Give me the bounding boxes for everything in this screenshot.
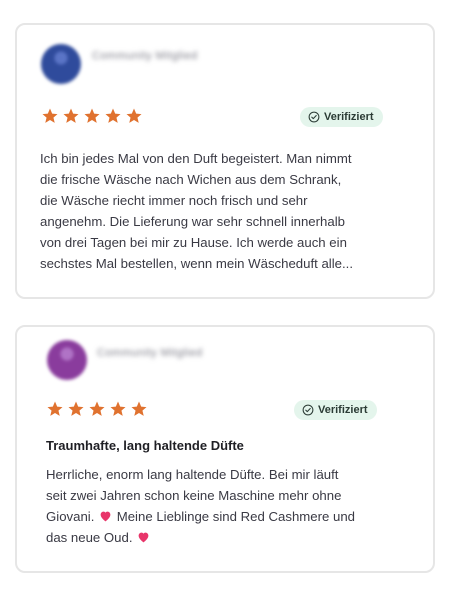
review-card: Community Mitglied Verifiziert Ich bin j…	[15, 23, 435, 299]
star-icon	[105, 108, 121, 123]
review-text-line: Ich bin jedes Mal von den Duft begeister…	[40, 151, 352, 166]
star-icon	[110, 401, 126, 416]
review-text-line: die Wäsche riecht immer noch frisch und …	[40, 193, 308, 208]
review-text-line: angenehm. Die Lieferung war sehr schnell…	[40, 214, 345, 229]
star-icon	[68, 401, 84, 416]
review-text-line: das neue Oud.	[46, 527, 396, 548]
star-rating	[41, 107, 143, 125]
review-card: Community Mitglied Verifiziert Traumhaft…	[15, 325, 435, 573]
verified-label: Verifiziert	[324, 111, 374, 123]
reviewer-name-blurred: Community Mitglied	[92, 50, 198, 62]
review-text: Ich bin jedes Mal von den Duft begeister…	[40, 148, 402, 274]
star-icon	[63, 108, 79, 123]
avatar	[41, 44, 81, 84]
check-circle-icon	[308, 111, 320, 123]
review-text-line: Herrliche, enorm lang haltende Düfte. Be…	[46, 467, 339, 482]
review-text-segment: Giovani.	[46, 509, 95, 524]
star-icon	[47, 401, 63, 416]
star-icon	[84, 108, 100, 123]
star-icon	[89, 401, 105, 416]
check-circle-icon	[302, 404, 314, 416]
verified-badge: Verifiziert	[294, 400, 377, 420]
verified-label: Verifiziert	[318, 404, 368, 416]
avatar	[47, 340, 87, 380]
reviewer-name-blurred: Community Mitglied	[97, 347, 203, 359]
review-text-segment: das neue Oud.	[46, 530, 133, 545]
review-text: Herrliche, enorm lang haltende Düfte. Be…	[46, 464, 396, 550]
review-text-line: von drei Tagen bei mir zu Hause. Ich wer…	[40, 235, 347, 250]
review-text-line: Giovani. Meine Lieblinge sind Red Cashme…	[46, 506, 396, 527]
review-text-line: die frische Wäsche nach Wichen aus dem S…	[40, 172, 342, 187]
verified-badge: Verifiziert	[300, 107, 383, 127]
review-text-segment: Meine Lieblinge sind Red Cashmere und	[116, 509, 355, 524]
star-icon	[42, 108, 58, 123]
review-text-line: sechstes Mal bestellen, wenn mein Wäsche…	[40, 256, 353, 271]
star-icon	[126, 108, 142, 123]
review-text-line: seit zwei Jahren schon keine Maschine me…	[46, 488, 342, 503]
star-icon	[131, 401, 147, 416]
star-rating	[46, 400, 148, 418]
review-title: Traumhafte, lang haltende Düfte	[46, 438, 244, 453]
heart-icon	[138, 532, 149, 543]
heart-icon	[100, 511, 111, 522]
